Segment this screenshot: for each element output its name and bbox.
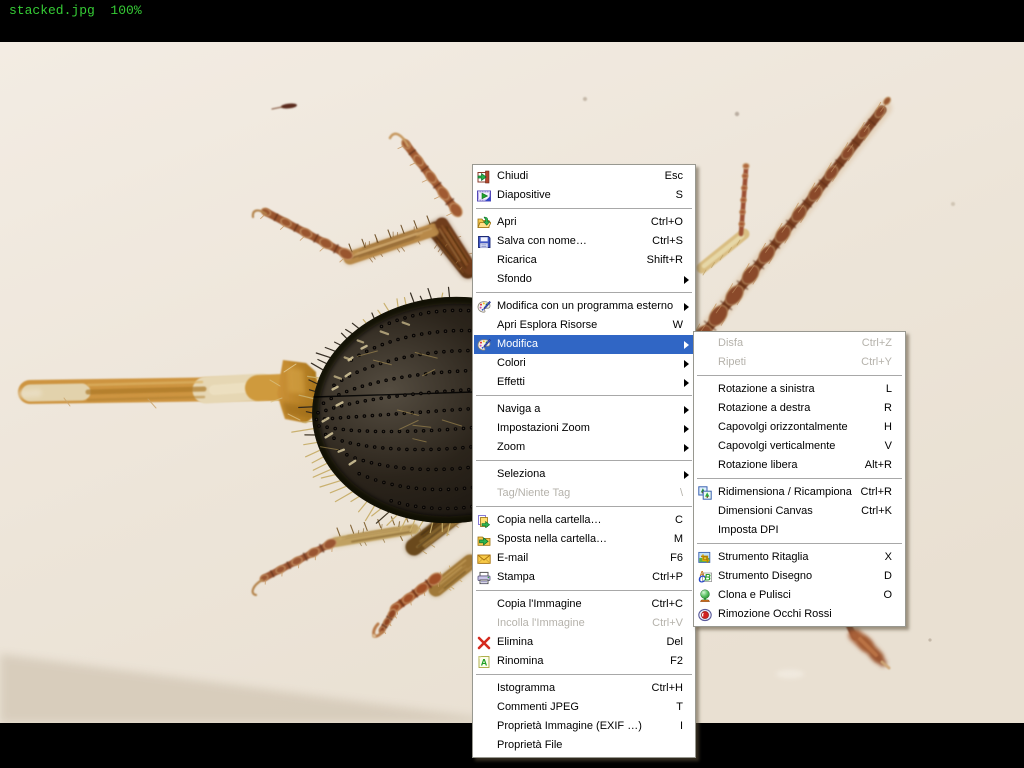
svg-text:A: A <box>481 657 488 667</box>
svg-text:B: B <box>704 572 711 582</box>
